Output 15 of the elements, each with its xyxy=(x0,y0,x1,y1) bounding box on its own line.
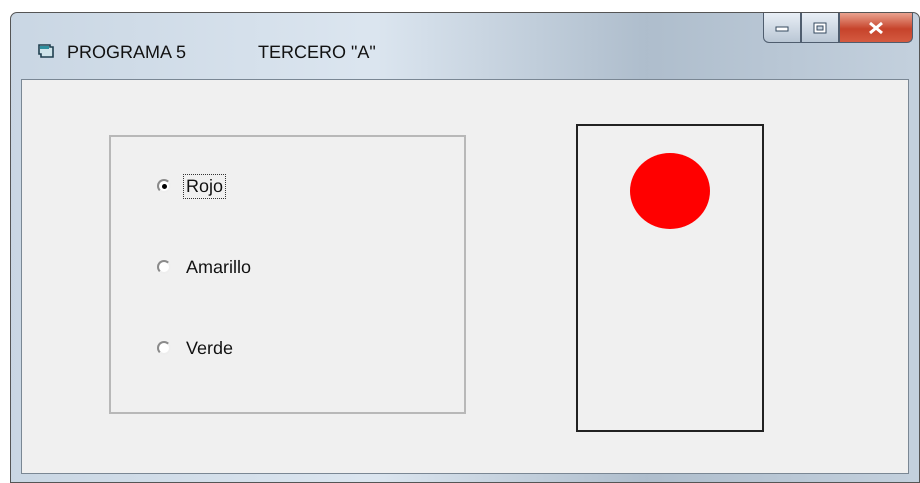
window-subtitle: TERCERO "A" xyxy=(258,42,376,63)
radio-button[interactable] xyxy=(157,341,171,355)
radio-label[interactable]: Rojo xyxy=(183,174,226,198)
radio-button[interactable] xyxy=(157,179,171,193)
radio-label[interactable]: Amarillo xyxy=(183,254,254,280)
maximize-icon xyxy=(813,22,827,34)
form-icon xyxy=(37,43,55,59)
maximize-button[interactable] xyxy=(801,13,839,43)
minimize-button[interactable] xyxy=(763,13,801,43)
radio-button[interactable] xyxy=(157,260,171,274)
window-title: PROGRAMA 5 xyxy=(67,42,186,63)
close-icon xyxy=(867,20,885,34)
close-button[interactable] xyxy=(839,13,913,43)
radio-label[interactable]: Verde xyxy=(183,336,236,360)
minimize-icon xyxy=(775,24,789,32)
